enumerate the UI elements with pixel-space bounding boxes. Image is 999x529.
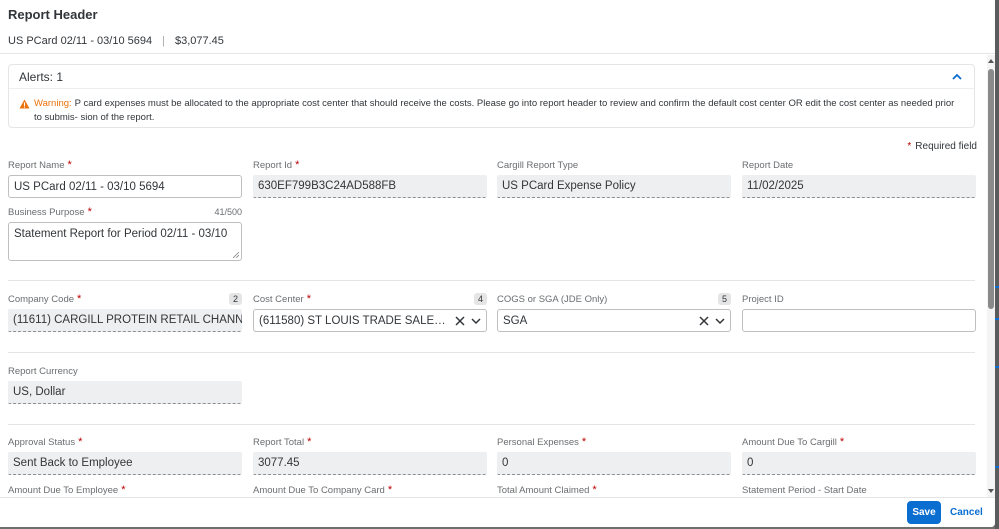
report-date-field: Report Date 11/02/2025 [742, 158, 976, 198]
background-detail [995, 318, 999, 320]
cogs-sga-select[interactable]: SGA [497, 309, 731, 332]
cost-center-value: (611580) ST LOUIS TRADE SALES-EA... [259, 314, 451, 327]
form-scroll-area[interactable]: Alerts: 1 Warning: P card expenses must b… [0, 55, 995, 497]
personal-expenses-field: Personal Expenses * 0 [497, 435, 731, 475]
report-currency-label: Report Currency [8, 365, 78, 377]
total-amount-claimed-label: Total Amount Claimed [497, 485, 590, 496]
warning-icon [19, 99, 30, 109]
save-button[interactable]: Save [907, 501, 941, 524]
company-code-label: Company Code [8, 294, 75, 305]
scroll-down-icon[interactable] [987, 488, 995, 494]
scrollbar-thumb[interactable] [988, 69, 994, 309]
cogs-sga-label: COGS or SGA (JDE Only) [497, 293, 608, 305]
report-total-input: 3077.45 [253, 452, 487, 475]
alerts-header[interactable]: Alerts: 1 [9, 65, 974, 89]
business-purpose-label: Business Purpose [8, 207, 85, 218]
approval-status-input: Sent Back to Employee [8, 452, 242, 475]
statement-start-label: Statement Period - Start Date [742, 484, 867, 496]
report-id-input: 630EF799B3C24AD588FB [253, 175, 487, 198]
report-currency-field: Report Currency US, Dollar [8, 364, 242, 404]
business-purpose-field: Business Purpose * 41/500 Statement Repor… [8, 205, 242, 261]
clear-icon[interactable] [455, 315, 465, 326]
dialog-footer: Save Cancel [0, 497, 995, 527]
report-type-input: US PCard Expense Policy [497, 175, 731, 198]
background-detail [995, 286, 999, 288]
chevron-down-icon[interactable] [715, 316, 725, 326]
section-divider [8, 352, 975, 353]
required-field-text: Required field [915, 141, 977, 152]
report-id-field: Report Id * 630EF799B3C24AD588FB [253, 158, 487, 198]
amount-due-company-card-field: Amount Due To Company Card * [253, 483, 487, 497]
alert-message: Warning: P card expenses must be allocate… [9, 89, 974, 124]
cost-center-field: Cost Center * 4 (611580) ST LOUIS TRADE S… [253, 292, 487, 332]
amount-due-cargill-label: Amount Due To Cargill [742, 437, 837, 448]
background-detail [995, 466, 999, 468]
business-purpose-text: Statement Report for Period 02/11 - 03/1… [14, 228, 228, 240]
total-amount-claimed-field: Total Amount Claimed * [497, 483, 731, 497]
cost-center-select[interactable]: (611580) ST LOUIS TRADE SALES-EA... [253, 309, 487, 332]
report-currency-input: US, Dollar [8, 381, 242, 404]
report-total-label: Report Total [253, 437, 305, 448]
section-divider [8, 280, 975, 281]
report-summary: US PCard 02/11 - 03/10 5694 | $3,077.45 [8, 35, 987, 47]
amount-due-company-card-label: Amount Due To Company Card [253, 485, 385, 496]
dialog-title: Report Header [8, 7, 98, 22]
report-id-label: Report Id [253, 160, 293, 171]
vertical-scrollbar[interactable] [987, 55, 995, 497]
required-field-note: * Required field [907, 141, 977, 152]
cost-center-label: Cost Center [253, 294, 304, 305]
report-name-label: Report Name [8, 160, 65, 171]
project-id-input[interactable] [742, 309, 976, 332]
company-code-field: Company Code * 2 (11611) CARGILL PROTEIN … [8, 292, 242, 332]
summary-separator: | [162, 35, 165, 47]
amount-due-employee-field: Amount Due To Employee * [8, 483, 242, 497]
report-name-input[interactable]: US PCard 02/11 - 03/10 5694 [8, 175, 242, 198]
personal-expenses-label: Personal Expenses [497, 437, 579, 448]
chevron-down-icon[interactable] [471, 316, 481, 326]
business-purpose-textarea[interactable]: Statement Report for Period 02/11 - 03/1… [8, 222, 242, 261]
scroll-up-icon[interactable] [987, 58, 995, 64]
project-id-field: Project ID [742, 292, 976, 332]
report-summary-name: US PCard 02/11 - 03/10 5694 [8, 35, 153, 47]
warning-label: Warning: [34, 98, 72, 109]
section-divider [8, 424, 975, 425]
amount-due-cargill-input: 0 [742, 452, 976, 475]
statement-start-field: Statement Period - Start Date [742, 483, 976, 497]
cost-center-badge: 4 [473, 293, 487, 305]
report-header-dialog: Report Header US PCard 02/11 - 03/10 569… [0, 0, 995, 527]
report-total-field: Report Total * 3077.45 [253, 435, 487, 475]
amount-due-cargill-field: Amount Due To Cargill * 0 [742, 435, 976, 475]
amount-due-employee-label: Amount Due To Employee [8, 485, 119, 496]
approval-status-field: Approval Status * Sent Back to Employee [8, 435, 242, 475]
report-name-field: Report Name * US PCard 02/11 - 03/10 5694 [8, 158, 242, 198]
personal-expenses-input: 0 [497, 452, 731, 475]
company-code-badge: 2 [228, 293, 242, 305]
warning-text: P card expenses must be allocated to the… [34, 98, 955, 123]
report-type-label: Cargill Report Type [497, 159, 579, 171]
report-summary-amount: $3,077.45 [174, 35, 224, 47]
cancel-button[interactable]: Cancel [950, 501, 983, 524]
alerts-title: Alerts: 1 [19, 69, 64, 84]
approval-status-label: Approval Status [8, 437, 76, 448]
company-code-input: (11611) CARGILL PROTEIN RETAIL CHANNEL [8, 309, 242, 332]
character-count: 41/500 [214, 207, 242, 217]
report-date-label: Report Date [742, 159, 794, 171]
alerts-panel: Alerts: 1 Warning: P card expenses must b… [8, 64, 975, 128]
cogs-sga-value: SGA [503, 314, 528, 327]
resize-handle-icon[interactable] [233, 252, 239, 258]
background-overlay [995, 0, 999, 529]
dialog-header: Report Header US PCard 02/11 - 03/10 569… [0, 0, 995, 54]
clear-icon[interactable] [699, 315, 709, 326]
cogs-sga-badge: 5 [717, 293, 731, 305]
report-type-field: Cargill Report Type US PCard Expense Pol… [497, 158, 731, 198]
chevron-up-icon[interactable] [950, 70, 964, 84]
background-detail [995, 366, 999, 368]
cogs-sga-field: COGS or SGA (JDE Only) 5 SGA [497, 292, 731, 332]
report-date-input: 11/02/2025 [742, 175, 976, 198]
project-id-label: Project ID [742, 293, 784, 305]
